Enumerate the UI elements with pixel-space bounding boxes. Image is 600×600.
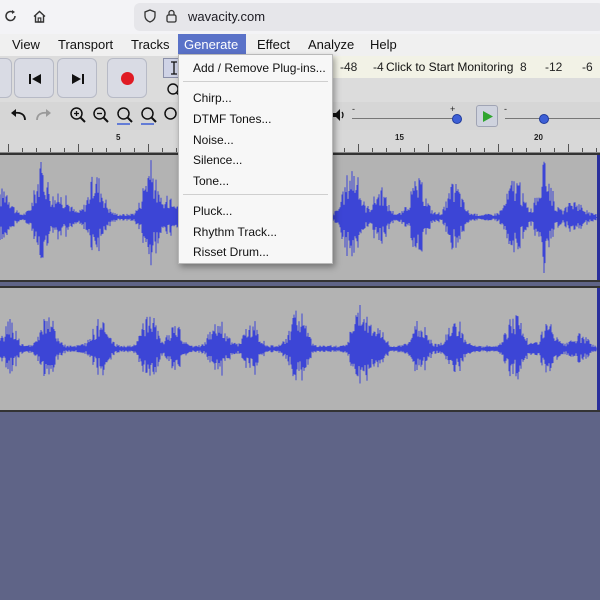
ruler-tick — [484, 148, 485, 152]
ruler-tick — [176, 148, 177, 152]
stop-button[interactable] — [0, 58, 12, 98]
skip-end-icon — [72, 74, 84, 84]
ruler-tick — [554, 148, 555, 152]
menu-item-risset-drum[interactable]: Risset Drum... — [193, 245, 269, 259]
play-at-speed-button[interactable] — [476, 105, 498, 127]
reload-icon[interactable] — [4, 9, 18, 23]
waveform-path — [0, 305, 597, 384]
playback-volume-slider[interactable] — [352, 118, 456, 119]
ruler-tick — [64, 148, 65, 152]
lock-icon[interactable] — [166, 9, 177, 23]
meter-label: -4 — [373, 60, 384, 74]
menu-item-rhythm-track[interactable]: Rhythm Track... — [193, 225, 277, 239]
zoom-in-icon[interactable] — [69, 106, 87, 124]
menu-analyze[interactable]: Analyze — [302, 34, 360, 56]
shield-icon[interactable] — [144, 9, 156, 23]
record-icon — [121, 72, 134, 85]
ruler-tick — [372, 148, 373, 152]
ruler-tick — [582, 148, 583, 152]
ruler-tick — [8, 144, 9, 152]
ruler-tick — [120, 148, 121, 152]
volume-slider-knob[interactable] — [452, 114, 462, 124]
ruler-tick — [526, 148, 527, 152]
speaker-icon[interactable] — [332, 108, 346, 122]
home-icon[interactable] — [32, 9, 47, 24]
ruler-tick — [442, 148, 443, 152]
url-text[interactable]: wavacity.com — [188, 9, 265, 24]
ruler-tick — [344, 148, 345, 152]
slider-minus-label: - — [352, 104, 355, 114]
fit-project-icon[interactable] — [140, 106, 158, 126]
menu-separator — [183, 81, 328, 82]
ruler-label: 15 — [395, 133, 404, 142]
menu-item-tone[interactable]: Tone... — [193, 174, 229, 188]
ruler-tick — [22, 148, 23, 152]
menu-item-pluck[interactable]: Pluck... — [193, 204, 232, 218]
play-icon — [483, 111, 493, 122]
ruler-tick — [134, 148, 135, 152]
skip-start-icon — [29, 74, 41, 84]
zoom-toggle-icon[interactable] — [163, 106, 177, 124]
ruler-tick — [162, 148, 163, 152]
ruler-tick — [428, 144, 429, 152]
undo-icon[interactable] — [10, 108, 28, 122]
ruler-tick — [568, 144, 569, 152]
meter-label: -48 — [340, 60, 358, 74]
monitor-label[interactable]: Click to Start Monitoring — [386, 60, 513, 74]
menu-item-noise[interactable]: Noise... — [193, 133, 234, 147]
ruler-tick — [358, 144, 359, 152]
speed-slider-knob[interactable] — [539, 114, 549, 124]
zoom-out-icon[interactable] — [92, 106, 110, 124]
menu-transport[interactable]: Transport — [52, 34, 119, 56]
ruler-tick — [540, 148, 541, 152]
fit-selection-icon[interactable] — [116, 106, 134, 126]
meter-label: 8 — [520, 60, 527, 74]
menu-item-chirp[interactable]: Chirp... — [193, 91, 232, 105]
slider-plus-label: + — [450, 104, 456, 114]
menu-tracks[interactable]: Tracks — [125, 34, 176, 56]
ruler-tick — [400, 148, 401, 152]
generate-menu: Add / Remove Plug-ins... Chirp... DTMF T… — [178, 54, 333, 264]
skip-to-start-button[interactable] — [14, 58, 54, 98]
speed-minus-label: - — [504, 104, 507, 114]
ruler-tick — [36, 148, 37, 152]
ruler-label: 5 — [116, 133, 121, 142]
menu-item-dtmf-tones[interactable]: DTMF Tones... — [193, 112, 271, 126]
menu-separator — [183, 194, 328, 195]
waveform-track-2[interactable] — [0, 288, 600, 410]
menu-help[interactable]: Help — [364, 34, 403, 56]
ruler-label: 20 — [534, 133, 543, 142]
meter-label: -12 — [545, 60, 563, 74]
record-button[interactable] — [107, 58, 147, 98]
ruler-tick — [414, 148, 415, 152]
menu-generate[interactable]: Generate — [178, 34, 246, 56]
redo-icon[interactable] — [34, 108, 52, 122]
ruler-tick — [456, 148, 457, 152]
meter-label: -6 — [582, 60, 593, 74]
menu-view[interactable]: View — [6, 34, 46, 56]
ruler-tick — [78, 144, 79, 152]
skip-to-end-button[interactable] — [57, 58, 97, 98]
ruler-tick — [386, 148, 387, 152]
menu-item-add-remove-plugins[interactable]: Add / Remove Plug-ins... — [193, 61, 326, 75]
ruler-tick — [106, 148, 107, 152]
audio-track-2[interactable] — [0, 286, 600, 412]
browser-toolbar: wavacity.com — [0, 0, 600, 34]
ruler-tick — [148, 144, 149, 152]
menu-effect[interactable]: Effect — [251, 34, 296, 56]
playback-speed-slider[interactable] — [505, 118, 600, 119]
menu-item-silence[interactable]: Silence... — [193, 153, 242, 167]
ruler-tick — [512, 148, 513, 152]
ruler-tick — [92, 148, 93, 152]
ruler-tick — [498, 144, 499, 152]
ruler-tick — [470, 148, 471, 152]
ruler-tick — [596, 148, 597, 152]
ruler-tick — [50, 148, 51, 152]
